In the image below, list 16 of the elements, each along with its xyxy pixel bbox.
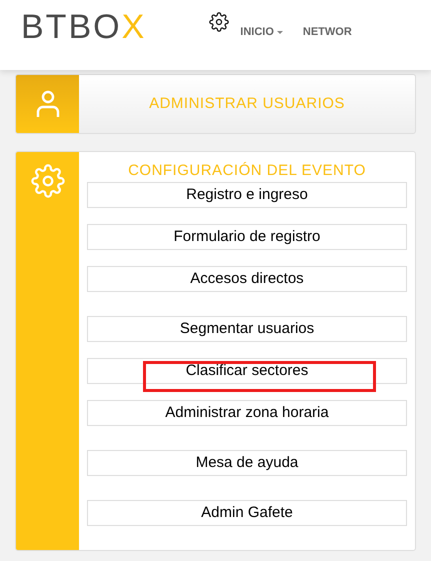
menu-button[interactable]: Segmentar usuarios: [87, 316, 407, 342]
menu-button[interactable]: Registro e ingreso: [87, 182, 407, 208]
card-title: CONFIGURACIÓN DEL EVENTO: [127, 161, 367, 181]
user-icon: [34, 90, 60, 118]
logo[interactable]: BTBOX: [21, 10, 146, 44]
menu-button[interactable]: Formulario de registro: [87, 224, 407, 250]
settings-icon: [30, 164, 64, 198]
menu-button[interactable]: Admin Gafete: [87, 500, 407, 526]
menu-button[interactable]: Administrar zona horaria: [87, 400, 407, 426]
nav-link[interactable]: INICIO: [240, 24, 283, 40]
settings-icon[interactable]: [209, 12, 230, 32]
menu-button[interactable]: Mesa de ayuda: [87, 450, 407, 476]
caret-icon: [276, 30, 283, 34]
menu-button[interactable]: Clasificar sectores: [87, 358, 407, 384]
menu-button[interactable]: Accesos directos: [87, 266, 407, 292]
nav-link[interactable]: NETWOR: [302, 24, 352, 40]
